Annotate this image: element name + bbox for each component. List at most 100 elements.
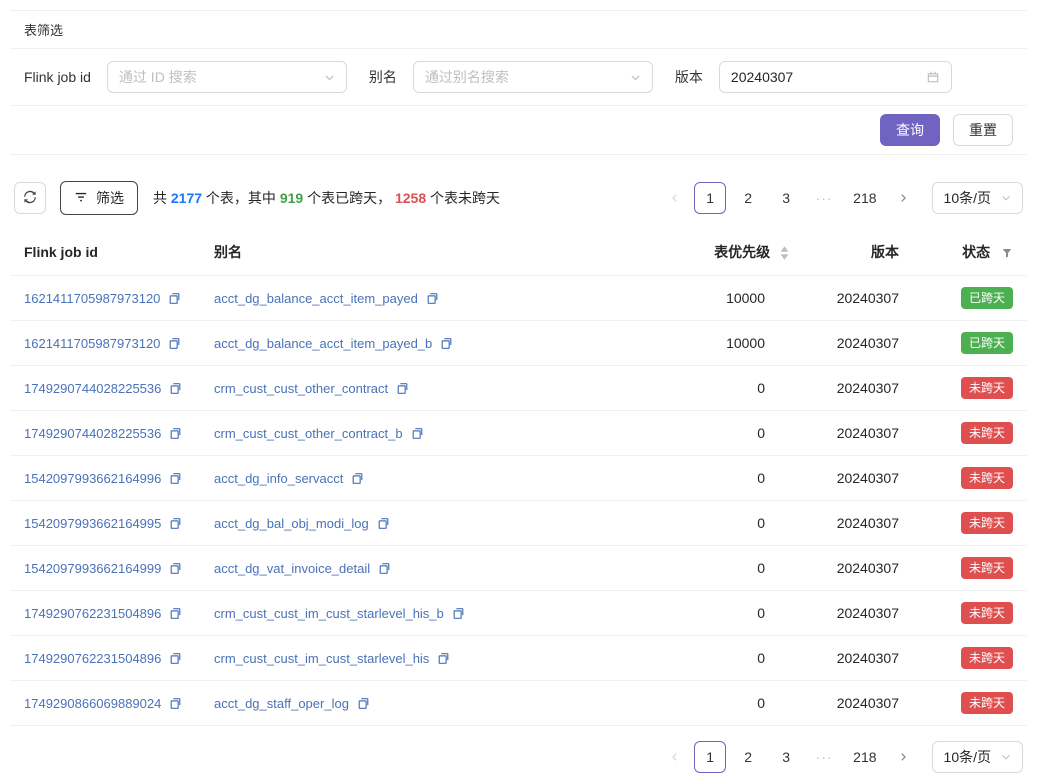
row-priority: 10000 (637, 321, 797, 366)
refresh-button[interactable] (14, 182, 46, 214)
page-button[interactable]: 3 (770, 182, 802, 214)
status-badge: 未跨天 (961, 377, 1013, 400)
copy-icon[interactable] (169, 427, 182, 440)
table-body: 1621411705987973120 acct_dg_balance_acct… (10, 276, 1027, 726)
row-version: 20240307 (797, 546, 907, 591)
summary-text: 共 (153, 190, 171, 206)
reset-button[interactable]: 重置 (953, 114, 1013, 146)
row-id-link[interactable]: 1542097993662164995 (24, 516, 161, 531)
copy-icon[interactable] (437, 652, 450, 665)
filter-toggle-button[interactable]: 筛选 (60, 181, 138, 215)
copy-icon[interactable] (377, 517, 390, 530)
column-filter-icon[interactable] (1001, 247, 1013, 259)
page-button[interactable]: 3 (770, 741, 802, 773)
page-button[interactable]: 218 (846, 182, 883, 214)
copy-icon[interactable] (169, 697, 182, 710)
col-priority[interactable]: 表优先级 (637, 227, 797, 276)
copy-icon[interactable] (168, 292, 181, 305)
copy-icon[interactable] (169, 652, 182, 665)
row-alias-link[interactable]: acct_dg_info_servacct (214, 471, 343, 486)
page-size-label: 10条/页 (944, 747, 991, 767)
copy-icon[interactable] (169, 382, 182, 395)
row-priority: 0 (637, 591, 797, 636)
alias-select[interactable]: 通过别名搜索 (413, 61, 653, 93)
sort-icon[interactable] (780, 246, 789, 260)
row-version: 20240307 (797, 411, 907, 456)
col-flink-job-id: Flink job id (10, 227, 206, 276)
row-priority: 0 (637, 546, 797, 591)
row-id-link[interactable]: 1749290762231504896 (24, 606, 161, 621)
summary-text: 个表未跨天 (426, 190, 500, 206)
col-label: 表优先级 (714, 244, 770, 260)
copy-icon[interactable] (378, 562, 391, 575)
page: 表筛选 Flink job id 通过 ID 搜索 别名 通过别名搜索 版本 2… (0, 0, 1037, 773)
pagination-pages: 123···218 (694, 182, 883, 214)
row-alias-link[interactable]: crm_cust_cust_im_cust_starlevel_his (214, 651, 429, 666)
next-page-button[interactable] (890, 741, 916, 773)
chevron-down-icon (1001, 193, 1011, 203)
col-status: 状态 (907, 227, 1027, 276)
col-label: 版本 (871, 244, 899, 260)
row-version: 20240307 (797, 681, 907, 726)
copy-icon[interactable] (396, 382, 409, 395)
copy-icon[interactable] (440, 337, 453, 350)
prev-page-button[interactable] (662, 741, 688, 773)
pagination-pages: 123···218 (694, 741, 883, 773)
query-button[interactable]: 查询 (880, 114, 940, 146)
status-badge: 未跨天 (961, 467, 1013, 490)
page-button[interactable]: 2 (732, 182, 764, 214)
copy-icon[interactable] (426, 292, 439, 305)
copy-icon[interactable] (357, 697, 370, 710)
page-size-select[interactable]: 10条/页 (932, 741, 1023, 773)
copy-icon[interactable] (169, 562, 182, 575)
row-alias-link[interactable]: crm_cust_cust_other_contract_b (214, 426, 403, 441)
flink-id-select[interactable]: 通过 ID 搜索 (107, 61, 347, 93)
row-priority: 0 (637, 681, 797, 726)
copy-icon[interactable] (351, 472, 364, 485)
copy-icon[interactable] (169, 517, 182, 530)
row-id-link[interactable]: 1749290744028225536 (24, 426, 161, 441)
row-id-link[interactable]: 1621411705987973120 (24, 291, 160, 306)
row-priority: 0 (637, 636, 797, 681)
version-date-input[interactable]: 20240307 (719, 61, 952, 93)
row-alias-link[interactable]: acct_dg_bal_obj_modi_log (214, 516, 369, 531)
row-alias-link[interactable]: acct_dg_staff_oper_log (214, 696, 349, 711)
page-size-label: 10条/页 (944, 188, 991, 208)
prev-page-button[interactable] (662, 182, 688, 214)
row-id-link[interactable]: 1749290762231504896 (24, 651, 161, 666)
table-header-row: Flink job id 别名 表优先级 版本 状态 (10, 227, 1027, 276)
row-alias-link[interactable]: crm_cust_cust_other_contract (214, 381, 388, 396)
pagination-top: 123···218 10条/页 (662, 182, 1023, 214)
row-id-link[interactable]: 1749290866069889024 (24, 696, 161, 711)
copy-icon[interactable] (169, 607, 182, 620)
table-row: 1542097993662164996 acct_dg_info_servacc… (10, 456, 1027, 501)
table-row: 1749290744028225536 crm_cust_cust_other_… (10, 411, 1027, 456)
chevron-down-icon (1001, 752, 1011, 762)
row-alias-link[interactable]: acct_dg_balance_acct_item_payed_b (214, 336, 432, 351)
col-label: Flink job id (24, 244, 98, 260)
table-row: 1749290762231504896 crm_cust_cust_im_cus… (10, 636, 1027, 681)
copy-icon[interactable] (168, 337, 181, 350)
footer: 123···218 10条/页 (14, 741, 1023, 773)
row-id-link[interactable]: 1542097993662164999 (24, 561, 161, 576)
table-row: 1542097993662164999 acct_dg_vat_invoice_… (10, 546, 1027, 591)
row-id-link[interactable]: 1621411705987973120 (24, 336, 160, 351)
status-badge: 未跨天 (961, 422, 1013, 445)
copy-icon[interactable] (411, 427, 424, 440)
filter-panel: 表筛选 Flink job id 通过 ID 搜索 别名 通过别名搜索 版本 2… (10, 10, 1027, 155)
row-alias-link[interactable]: crm_cust_cust_im_cust_starlevel_his_b (214, 606, 444, 621)
next-page-button[interactable] (890, 182, 916, 214)
filter-lines-icon (74, 190, 88, 207)
page-button[interactable]: 2 (732, 741, 764, 773)
page-size-select[interactable]: 10条/页 (932, 182, 1023, 214)
page-button[interactable]: 1 (694, 741, 726, 773)
row-id-link[interactable]: 1749290744028225536 (24, 381, 161, 396)
copy-icon[interactable] (169, 472, 182, 485)
row-id-link[interactable]: 1542097993662164996 (24, 471, 161, 486)
page-button[interactable]: 218 (846, 741, 883, 773)
summary-text: 个表，其中 (202, 190, 280, 206)
page-button[interactable]: 1 (694, 182, 726, 214)
copy-icon[interactable] (452, 607, 465, 620)
row-alias-link[interactable]: acct_dg_vat_invoice_detail (214, 561, 370, 576)
row-alias-link[interactable]: acct_dg_balance_acct_item_payed (214, 291, 418, 306)
